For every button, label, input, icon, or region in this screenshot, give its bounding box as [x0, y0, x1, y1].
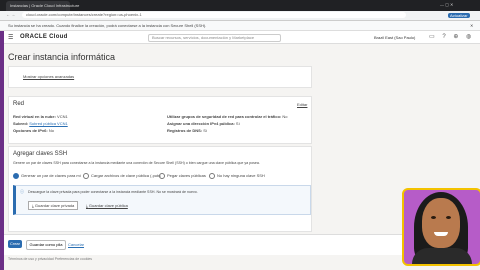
- search-input[interactable]: Buscar recursos, servicios, documentació…: [148, 34, 281, 42]
- webcam-overlay: [402, 188, 480, 266]
- tab-title: Instancias | Oracle Cloud Infrastructure: [10, 3, 80, 8]
- network-edit-link[interactable]: Editar: [297, 102, 307, 107]
- window-controls[interactable]: — ▢ ✕: [440, 2, 453, 7]
- shape-card: Mostrar opciones avanzadas: [8, 66, 312, 88]
- nav-back-icon[interactable]: ← →: [6, 12, 15, 17]
- ssh-notice: ⓘ Descargue la clave privada para poder …: [13, 185, 311, 215]
- save-public-key-link[interactable]: ⤓ Guardar clave pública: [86, 203, 128, 208]
- webcam-face: [422, 198, 460, 248]
- webcam-eye: [446, 216, 451, 219]
- create-button[interactable]: Crear: [8, 240, 22, 248]
- network-card: Red Editar Red virtual en la nube: VCN1 …: [8, 96, 312, 144]
- hamburger-icon[interactable]: ☰: [8, 34, 13, 41]
- footer-text: Términos de uso y privacidad Preferencia…: [8, 257, 93, 261]
- region-selector[interactable]: Brazil East (Sao Paulo): [374, 35, 415, 40]
- info-bar-text: Su instancia se ha creado. Cuando finali…: [8, 23, 207, 28]
- network-row-label: Asignar una dirección IPv4 pública: Sí: [167, 121, 240, 126]
- page-title: Crear instancia informática: [8, 52, 116, 62]
- webcam-shirt: [412, 248, 472, 264]
- webcam-eye: [431, 216, 436, 219]
- network-title: Red: [13, 101, 25, 107]
- header-icons[interactable]: ▭ ? ⊕ ◍: [429, 33, 474, 40]
- radio-none[interactable]: No hay ninguna clave SSH: [209, 173, 265, 179]
- radio-paste[interactable]: Pegar claves públicas: [159, 173, 206, 179]
- info-icon: ⓘ: [20, 189, 24, 194]
- ssh-card: Agregar claves SSH Genere un par de clav…: [8, 146, 312, 232]
- update-button[interactable]: Actualizar: [448, 13, 470, 18]
- ssh-title: Agregar claves SSH: [13, 151, 68, 157]
- network-row-label: Opciones de IPv6: No: [13, 128, 54, 133]
- close-icon[interactable]: ✕: [470, 23, 473, 28]
- network-row-label: Red virtual en la nube: VCN1: [13, 114, 68, 119]
- ssh-description: Genere un par de claves SSH para conecta…: [13, 161, 260, 165]
- advanced-options-link[interactable]: Mostrar opciones avanzadas: [23, 74, 74, 79]
- save-private-key-button[interactable]: ⤓ Guardar clave privada: [28, 201, 79, 210]
- cancel-link[interactable]: Cancelar: [68, 242, 84, 247]
- radio-generate[interactable]: Generar un par de claves para mí: [13, 173, 81, 179]
- browser-tab[interactable]: Instancias | Oracle Cloud Infrastructure: [6, 1, 79, 11]
- oracle-cloud-logo[interactable]: ORACLE Cloud: [20, 34, 68, 40]
- address-bar: ← → cloud.oracle.com/compute/instances/c…: [0, 11, 480, 21]
- network-row-label: Registros de DNS: Sí: [167, 128, 208, 133]
- info-bar: Su instancia se ha creado. Cuando finali…: [0, 21, 480, 31]
- webcam-mouth: [434, 232, 448, 236]
- save-stack-button[interactable]: Guardar como pila: [26, 240, 66, 250]
- radio-upload[interactable]: Cargar archivos de clave pública (.pub): [83, 173, 161, 179]
- network-row-label: Utilizar grupos de seguridad de red para…: [167, 114, 288, 119]
- network-row-label: Subred: Subred pública VCN1: [13, 121, 68, 126]
- console-header: ☰ ORACLE Cloud Buscar recursos, servicio…: [4, 31, 480, 44]
- browser-tab-bar: Instancias | Oracle Cloud Infrastructure…: [0, 0, 480, 11]
- ssh-notice-text: Descargue la clave privada para poder co…: [28, 190, 198, 194]
- url-field[interactable]: cloud.oracle.com/compute/instances/creat…: [22, 12, 406, 18]
